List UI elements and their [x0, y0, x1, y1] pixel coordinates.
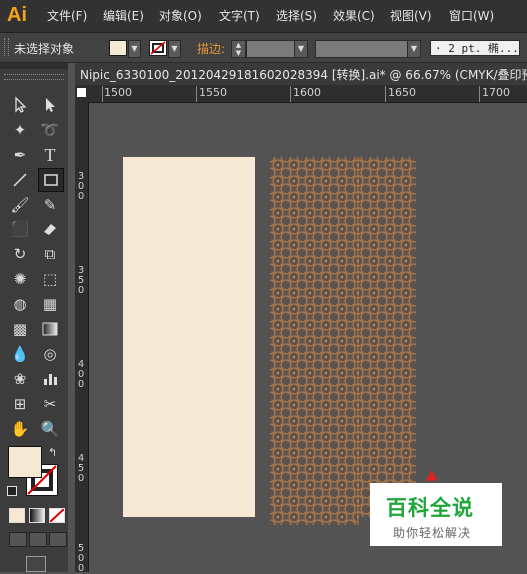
- free-transform-tool-icon[interactable]: ⬚: [39, 268, 61, 290]
- magic-wand-tool-icon[interactable]: ✦: [9, 119, 31, 141]
- app-logo: Ai: [7, 4, 27, 26]
- rectangle-tool-icon[interactable]: [38, 168, 64, 192]
- column-graph-tool-icon[interactable]: [39, 368, 61, 390]
- ruler-tick: [102, 86, 103, 102]
- selection-status: 未选择对象: [14, 42, 75, 56]
- eraser-tool-icon[interactable]: [39, 218, 61, 240]
- ruler-label: 1550: [199, 86, 227, 99]
- gradient-mode-icon[interactable]: [29, 508, 45, 523]
- brush-definition-select[interactable]: · 2 pt. 椭...: [430, 40, 520, 56]
- watermark-subtitle: 助你轻松解决: [393, 526, 472, 540]
- no-stroke-icon: [150, 41, 166, 55]
- fill-dropdown-icon[interactable]: ▼: [128, 40, 141, 58]
- ruler-tick: [385, 86, 386, 102]
- scale-tool-icon[interactable]: ⧉: [39, 243, 61, 265]
- none-mode-icon[interactable]: [49, 508, 65, 523]
- stroke-swatch[interactable]: [149, 40, 167, 56]
- stroke-weight-stepper[interactable]: ▲ ▼: [231, 40, 246, 58]
- menu-view[interactable]: 视图(V): [390, 0, 432, 32]
- symbol-sprayer-tool-icon[interactable]: ❀: [9, 368, 31, 390]
- gradient-tool-icon[interactable]: [39, 318, 61, 340]
- slice-tool-icon[interactable]: ✂: [39, 393, 61, 415]
- pattern-rectangle[interactable]: [270, 157, 416, 525]
- ruler-label: 300: [77, 171, 85, 202]
- ruler-tick: [290, 86, 291, 102]
- screen-mode-icon[interactable]: [26, 556, 46, 572]
- ruler-label: 450: [77, 453, 85, 484]
- line-tool-icon[interactable]: [9, 169, 31, 191]
- artboard-tool-icon[interactable]: ⊞: [9, 393, 31, 415]
- ruler-label: 400: [77, 359, 85, 390]
- ruler-tick: [196, 86, 197, 102]
- eyedropper-tool-icon[interactable]: 💧: [9, 343, 31, 365]
- fill-color-front[interactable]: [8, 446, 42, 478]
- tools-panel-grip-icon[interactable]: [4, 74, 64, 80]
- menu-edit[interactable]: 编辑(E): [103, 0, 144, 32]
- color-mode-icon[interactable]: [9, 508, 25, 523]
- blend-tool-icon[interactable]: ◎: [39, 343, 61, 365]
- pencil-tool-icon[interactable]: ✎: [39, 194, 61, 216]
- type-tool-icon[interactable]: T: [39, 144, 61, 166]
- swap-fill-stroke-icon[interactable]: ↰: [48, 446, 57, 459]
- ruler-label: 1500: [104, 86, 132, 99]
- menu-object[interactable]: 对象(O): [159, 0, 202, 32]
- mesh-tool-icon[interactable]: ▩: [9, 318, 31, 340]
- ruler-origin-box: [77, 88, 86, 97]
- zoom-tool-icon[interactable]: 🔍: [39, 418, 61, 440]
- shape-builder-tool-icon[interactable]: ◍: [9, 293, 31, 315]
- tools-panel-header[interactable]: [0, 63, 68, 69]
- menu-file[interactable]: 文件(F): [47, 0, 87, 32]
- ruler-tick: [479, 86, 480, 102]
- perspective-grid-tool-icon[interactable]: ▦: [39, 293, 61, 315]
- variable-width-profile[interactable]: [315, 40, 421, 58]
- ruler-label: 1700: [482, 86, 510, 99]
- ruler-label: 1650: [388, 86, 416, 99]
- menu-window[interactable]: 窗口(W): [449, 0, 494, 32]
- watermark-title: 百科全说: [386, 496, 474, 520]
- stroke-weight-dropdown-icon[interactable]: ▼: [294, 41, 307, 57]
- menu-effect[interactable]: 效果(C): [333, 0, 375, 32]
- selection-tool-icon[interactable]: [9, 94, 31, 116]
- ruler-label: 350: [77, 265, 85, 296]
- menu-type[interactable]: 文字(T): [219, 0, 260, 32]
- warp-tool-icon[interactable]: ✺: [9, 268, 31, 290]
- control-bar-grip-icon[interactable]: [4, 38, 9, 56]
- width-profile-dropdown-icon[interactable]: ▼: [407, 41, 420, 57]
- ruler-label: 1600: [293, 86, 321, 99]
- ruler-label: 500: [77, 543, 85, 574]
- paintbrush-tool-icon[interactable]: 🖌: [9, 194, 31, 216]
- stroke-label[interactable]: 描边:: [197, 40, 225, 57]
- direct-selection-tool-icon[interactable]: [39, 94, 61, 116]
- stroke-dropdown-icon[interactable]: ▼: [168, 40, 181, 58]
- lasso-tool-icon[interactable]: ➰: [39, 119, 61, 141]
- fill-swatch[interactable]: [109, 40, 127, 56]
- menu-select[interactable]: 选择(S): [276, 0, 317, 32]
- hand-tool-icon[interactable]: ✋: [9, 418, 31, 440]
- cream-rectangle[interactable]: [123, 157, 255, 517]
- document-tab[interactable]: Nipic_6330100_20120429181602028394 [转换].…: [80, 65, 527, 85]
- draw-inside-icon[interactable]: [49, 532, 67, 547]
- default-colors-icon[interactable]: [7, 486, 17, 496]
- draw-normal-icon[interactable]: [9, 532, 27, 547]
- rotate-tool-icon[interactable]: ↻: [9, 243, 31, 265]
- draw-behind-icon[interactable]: [29, 532, 47, 547]
- pen-tool-icon[interactable]: ✒: [9, 144, 31, 166]
- blob-brush-tool-icon[interactable]: ⬛: [9, 218, 31, 240]
